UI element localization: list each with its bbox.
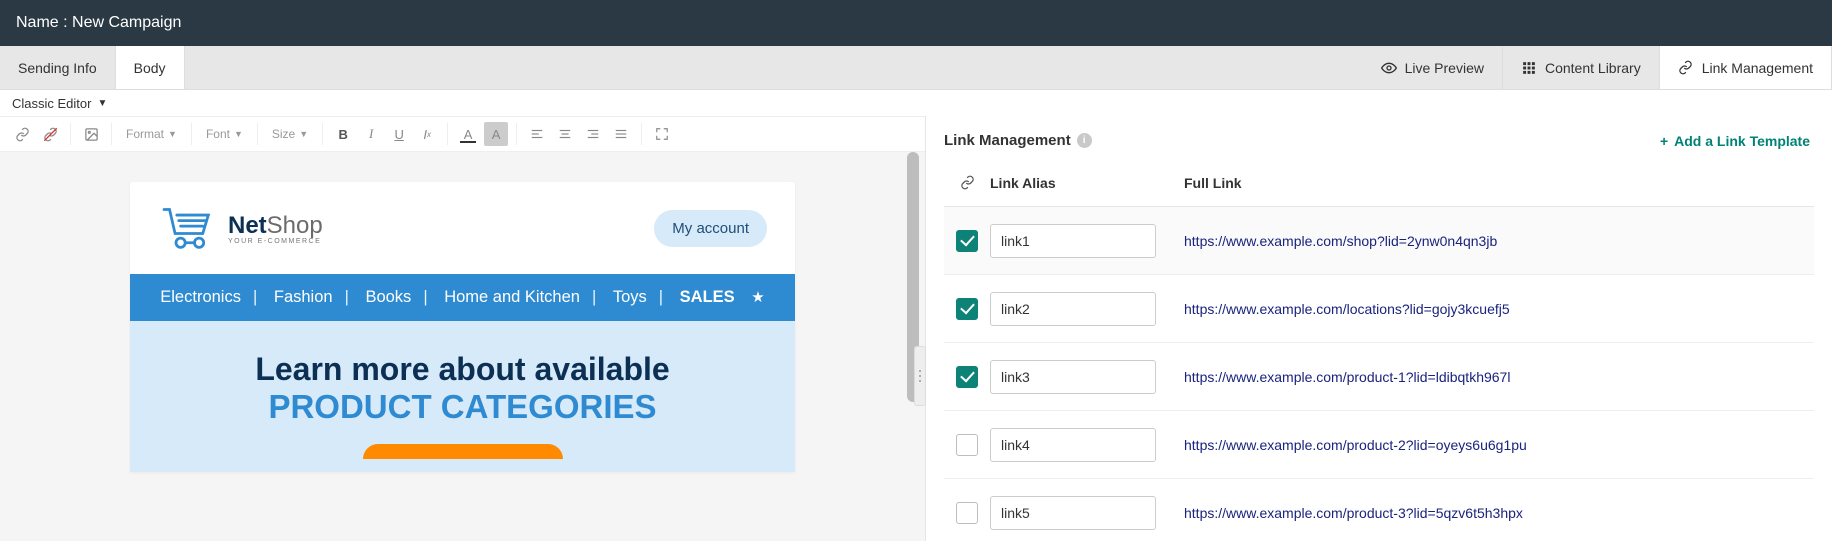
table-row: https://www.example.com/locations?lid=go… [944,275,1814,343]
underline-button[interactable]: U [387,122,411,146]
pane-resize-handle[interactable] [914,346,926,406]
bold-button[interactable]: B [331,122,355,146]
alias-input[interactable] [990,496,1156,530]
nav-fashion[interactable]: Fashion [268,288,339,306]
row-checkbox[interactable] [956,434,978,456]
campaign-title: Name : New Campaign [16,14,181,32]
bg-color-button[interactable]: A [484,122,508,146]
unlink-tool-icon[interactable] [38,122,62,146]
rich-text-toolbar: Format▼ Font▼ Size▼ B I U Ix A A [0,116,925,152]
email-preview: NetShop Your E-Commerce My account Elect… [130,182,795,472]
editor-mode-row: Classic Editor ▼ [0,90,1832,116]
editor-mode-dropdown[interactable]: Classic Editor ▼ [12,96,107,111]
hero-cta-button[interactable] [363,444,563,459]
hero-line2: PRODUCT CATEGORIES [150,388,775,426]
alias-input[interactable] [990,360,1156,394]
star-icon: ★ [745,289,770,306]
table-row: https://www.example.com/product-2?lid=oy… [944,411,1814,479]
align-justify-button[interactable] [609,122,633,146]
full-link[interactable]: https://www.example.com/product-2?lid=oy… [1184,437,1527,453]
align-center-button[interactable] [553,122,577,146]
alias-input[interactable] [990,428,1156,462]
app-header: Name : New Campaign [0,0,1832,46]
row-checkbox[interactable] [956,502,978,524]
full-link[interactable]: https://www.example.com/product-3?lid=5q… [1184,505,1523,521]
align-left-button[interactable] [525,122,549,146]
plus-icon: + [1660,133,1668,149]
align-right-button[interactable] [581,122,605,146]
full-link[interactable]: https://www.example.com/product-1?lid=ld… [1184,369,1510,385]
tab-link-management[interactable]: Link Management [1660,46,1832,89]
col-full-link: Full Link [1180,175,1814,191]
chevron-down-icon: ▼ [97,98,107,109]
info-icon[interactable]: i [1077,133,1092,148]
full-link[interactable]: https://www.example.com/locations?lid=go… [1184,301,1510,317]
panel-title: Link Management i [944,132,1092,149]
add-link-template-button[interactable]: + Add a Link Template [1660,133,1810,149]
table-header: Link Alias Full Link [944,159,1814,207]
table-row: https://www.example.com/product-3?lid=5q… [944,479,1814,547]
editor-pane: Format▼ Font▼ Size▼ B I U Ix A A [0,116,926,541]
row-checkbox[interactable] [956,366,978,388]
hero-line1: Learn more about available [150,351,775,388]
tab-live-preview[interactable]: Live Preview [1363,46,1503,89]
font-dropdown[interactable]: Font▼ [200,122,249,146]
link-icon [960,175,975,190]
my-account-button[interactable]: My account [654,210,767,247]
link-management-panel: Link Management i + Add a Link Template … [926,116,1832,541]
table-row: https://www.example.com/shop?lid=2ynw0n4… [944,207,1814,275]
hero-block: Learn more about available PRODUCT CATEG… [130,321,795,472]
row-checkbox[interactable] [956,230,978,252]
cart-icon [158,204,218,252]
link-tool-icon[interactable] [10,122,34,146]
tab-body[interactable]: Body [116,46,185,89]
nav-books[interactable]: Books [359,288,417,306]
nav-sales[interactable]: SALES [674,288,741,306]
nav-home-kitchen[interactable]: Home and Kitchen [438,288,586,306]
nav-toys[interactable]: Toys [607,288,653,306]
tab-sending-info[interactable]: Sending Info [0,46,116,89]
alias-input[interactable] [990,292,1156,326]
tab-content-library[interactable]: Content Library [1503,46,1660,89]
text-color-button[interactable]: A [456,122,480,146]
brand-logo[interactable]: NetShop Your E-Commerce [158,204,323,252]
tab-bar: Sending Info Body Live Preview Content L… [0,46,1832,90]
alias-input[interactable] [990,224,1156,258]
col-link-alias: Link Alias [990,175,1180,191]
italic-button[interactable]: I [359,122,383,146]
link-icon [1678,60,1694,76]
category-nav: Electronics| Fashion| Books| Home and Ki… [130,274,795,321]
size-dropdown[interactable]: Size▼ [266,122,314,146]
links-table: Link Alias Full Link https://www.example… [926,159,1832,547]
image-tool-icon[interactable] [79,122,103,146]
clear-format-button[interactable]: Ix [415,122,439,146]
grid-icon [1521,60,1537,76]
eye-icon [1381,60,1397,76]
table-row: https://www.example.com/product-1?lid=ld… [944,343,1814,411]
format-dropdown[interactable]: Format▼ [120,122,183,146]
fullscreen-button[interactable] [650,122,674,146]
full-link[interactable]: https://www.example.com/shop?lid=2ynw0n4… [1184,233,1497,249]
brand-tagline: Your E-Commerce [228,238,323,245]
nav-electronics[interactable]: Electronics [154,288,247,306]
row-checkbox[interactable] [956,298,978,320]
